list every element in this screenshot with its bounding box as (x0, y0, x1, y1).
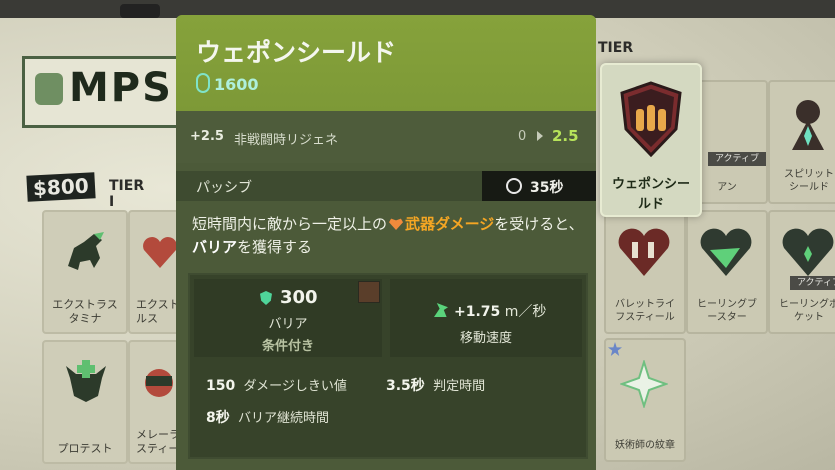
item-title: ウェポンシールド (196, 38, 397, 67)
barrier-condition: 条件付き (261, 339, 314, 354)
card-label: エクストラス タミナ (52, 298, 118, 325)
item-description: 短時間内に敵から一定以上の 武器ダメージを受けると、バリアを獲得する (192, 213, 587, 259)
active-tag: アクティブ (790, 276, 835, 290)
barrier-stat: 300 バリア 条件付き (194, 279, 382, 357)
shop-card-extra-stamina[interactable]: エクストラス タミナ (42, 210, 128, 334)
item-tooltip: ウェポンシールド 1600 +2.5 非戦闘時リジェネ 0 2.5 パッシブ 3… (176, 15, 596, 470)
regen-from: 0 (518, 129, 527, 144)
mps-shield-icon (35, 73, 63, 105)
bookmark-star-icon (608, 342, 622, 356)
cooldown-box: 35秒 (482, 171, 596, 201)
shop-card-protest[interactable]: プロテスト (42, 340, 128, 464)
card-label: ウェポンシー ルド (611, 177, 690, 212)
passive-bar: パッシブ 35秒 (176, 171, 596, 201)
run-icon (434, 303, 448, 317)
shop-card-bullet-lifesteal[interactable]: バレットライ フスティール (604, 210, 686, 334)
barrier-label: バリア (268, 317, 308, 332)
weapon-damage-keyword: 武器ダメージ (405, 215, 495, 233)
spirit-icon (792, 100, 824, 150)
barrier-value: 300 (280, 287, 318, 308)
bull-icon (66, 360, 106, 402)
card-label: スピリット シールド (784, 169, 834, 193)
shop-card-healing-pocket[interactable]: アクティブ ヒーリングボ ケット (768, 210, 835, 334)
top-tab (120, 4, 160, 18)
card-label: プロテスト (57, 442, 113, 455)
item-cost: 1600 (196, 73, 259, 94)
bullet-heart-icon (618, 228, 670, 276)
regen-label: 非戦闘時リジェネ (234, 133, 339, 148)
desc-text: を受けると、 (494, 215, 584, 233)
active-tag: アクティブ (708, 152, 766, 166)
move-speed-value: +1.75 m／秒 (454, 304, 547, 320)
shop-card-healing-booster[interactable]: ヒーリングブ ースター (686, 210, 768, 334)
shield-icon (260, 291, 272, 305)
tier-price: $800 (26, 172, 96, 202)
cooldown-value: 35秒 (530, 180, 564, 196)
bullet-shield-icon (620, 81, 682, 157)
stat-line-damage-threshold: 150 ダメージしきい値 (206, 378, 347, 394)
horse-icon (68, 232, 104, 270)
barrier-keyword: バリア (192, 238, 238, 256)
star-icon (620, 360, 668, 408)
move-speed-label: 移動速度 (459, 331, 512, 346)
hero-portrait-icon (358, 281, 380, 303)
arrow-right-icon (537, 131, 543, 141)
move-speed-stat: +1.75 m／秒 移動速度 (390, 279, 582, 357)
regen-to: 2.5 (552, 127, 579, 145)
shop-card-weapon-shield[interactable]: ウェポンシー ルド (600, 63, 702, 217)
mps-title: MPS (69, 65, 173, 111)
regen-bonus: +2.5 (190, 129, 224, 144)
card-label: 妖術師の紋章 (615, 440, 675, 451)
desc-text: を獲得する (237, 238, 313, 256)
stat-line-barrier-duration: 8秒 バリア継続時間 (206, 410, 330, 426)
card-label: ヒーリングボ ケット (779, 299, 835, 323)
stats-box: 300 バリア 条件付き +1.75 m／秒 移動速度 150 ダメージしきい値… (188, 273, 588, 459)
tooltip-header: ウェポンシールド 1600 (176, 15, 596, 111)
heart-plus-icon (700, 228, 752, 276)
heart-pocket-icon (782, 228, 834, 276)
tier-label: TIER I (109, 178, 145, 210)
heart-icon (143, 237, 177, 268)
desc-text: 短時間内に敵から一定以上の (192, 215, 388, 233)
passive-label: パッシブ (196, 180, 252, 196)
clock-icon (506, 178, 522, 194)
regen-row: +2.5 非戦闘時リジェネ 0 2.5 (176, 111, 596, 163)
card-label: バレットライ フスティール (615, 299, 675, 323)
weapon-damage-icon (389, 218, 404, 230)
shop-card-spirit-shield[interactable]: スピリット シールド (768, 80, 835, 204)
shop-card-sorcerer-crest[interactable]: 妖術師の紋章 (604, 338, 686, 462)
souls-icon (196, 73, 210, 93)
tier-label-right: TIER (598, 40, 634, 56)
fist-icon (145, 369, 173, 397)
cost-value: 1600 (214, 75, 259, 94)
card-label: ヒーリングブ ースター (697, 299, 757, 323)
mps-banner: MPS (22, 56, 193, 128)
stat-line-judge-time: 3.5秒 判定時間 (386, 378, 486, 394)
